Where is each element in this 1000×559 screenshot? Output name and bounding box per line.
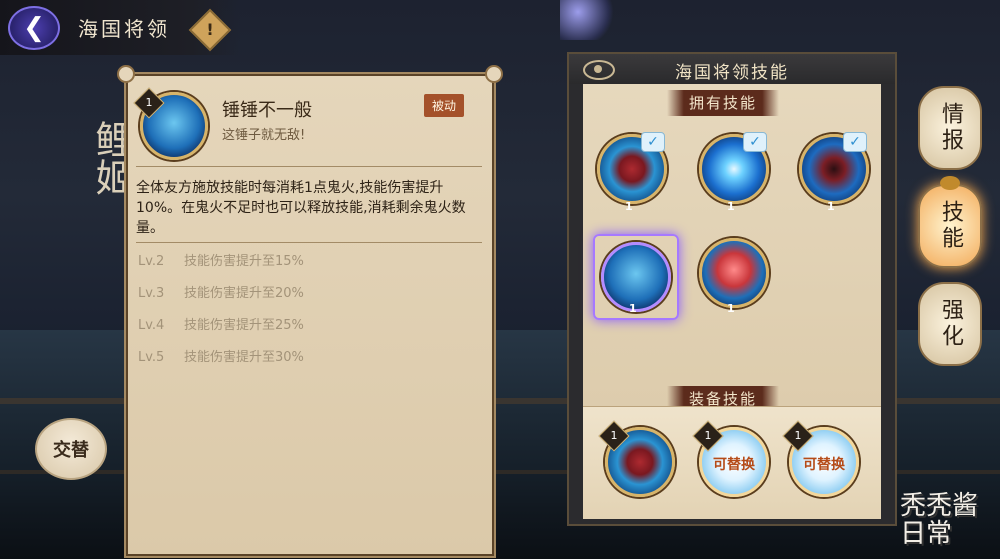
level-row: Lv.4 技能伤害提升至25% — [138, 318, 304, 333]
passive-tag: 被动 — [424, 94, 465, 117]
replaceable-label: 可替换 — [803, 457, 845, 473]
skill-description: 全体友方施放技能时每消耗1点鬼火,技能伤害提升10%。在鬼火不足时也可以释放技能… — [136, 180, 466, 236]
check-icon: ✓ — [641, 132, 665, 152]
tab-skills[interactable]: 技能 — [918, 176, 982, 268]
skill-detail-panel: 1 锤锤不一般 这锤子就无敌! 被动 全体友方施放技能时每消耗1点鬼火,技能伤害… — [117, 65, 503, 558]
swap-button[interactable]: 交替 — [35, 418, 107, 480]
skill-count: 1 — [727, 200, 735, 213]
owned-skill-crab[interactable] — [699, 238, 769, 308]
check-icon: ✓ — [843, 132, 867, 152]
lightning-effect — [560, 0, 620, 40]
skill-count: 1 — [727, 302, 735, 315]
page-title: 海国将领 — [78, 17, 170, 41]
tab-enhance[interactable]: 强化 — [918, 282, 982, 366]
skill-name: 锤锤不一般 — [222, 100, 312, 121]
check-icon: ✓ — [743, 132, 767, 152]
divider — [136, 166, 482, 167]
skills-panel-title: 海国将领技能 — [675, 63, 789, 83]
skill-count: 1 — [629, 302, 637, 315]
level-row: Lv.5 技能伤害提升至30% — [138, 350, 304, 365]
eye-icon — [940, 176, 960, 190]
back-button[interactable]: ❮ — [8, 6, 60, 50]
tab-info[interactable]: 情报 — [918, 86, 982, 170]
back-arrow-icon: ❮ — [23, 13, 45, 43]
level-row: Lv.3 技能伤害提升至20% — [138, 286, 304, 301]
exclamation-icon: ! — [206, 20, 214, 39]
level-row: Lv.2 技能伤害提升至15% — [138, 254, 304, 269]
skill-count: 1 — [827, 200, 835, 213]
top-bar: ❮ 海国将领 ! — [0, 0, 240, 55]
equipped-skills-box: 1 可替换 1 可替换 1 — [583, 406, 881, 519]
owned-skills-label: 拥有技能 — [667, 90, 780, 116]
skill-count: 1 — [625, 200, 633, 213]
panel-corner-ornament — [117, 65, 135, 83]
info-button[interactable]: ! — [188, 8, 232, 52]
replaceable-label: 可替换 — [713, 457, 755, 473]
skills-panel: 海国将领技能 拥有技能 ✓ 1 ✓ 1 ✓ 1 1 1 装备技能 1 可替换 1… — [567, 52, 897, 526]
tab-info-label: 情报 — [938, 102, 963, 154]
skill-subtitle: 这锤子就无敌! — [222, 128, 306, 143]
tab-skills-label: 技能 — [938, 200, 963, 252]
divider — [136, 242, 482, 243]
skills-panel-body: 拥有技能 ✓ 1 ✓ 1 ✓ 1 1 1 装备技能 1 可替换 1 可替换 1 — [583, 84, 881, 519]
watermark: 秃秃酱日常 — [900, 491, 979, 549]
swap-label: 交替 — [53, 440, 89, 461]
panel-corner-ornament — [485, 65, 503, 83]
tab-enhance-label: 强化 — [938, 298, 963, 350]
skills-panel-header: 海国将领技能 — [569, 54, 895, 84]
